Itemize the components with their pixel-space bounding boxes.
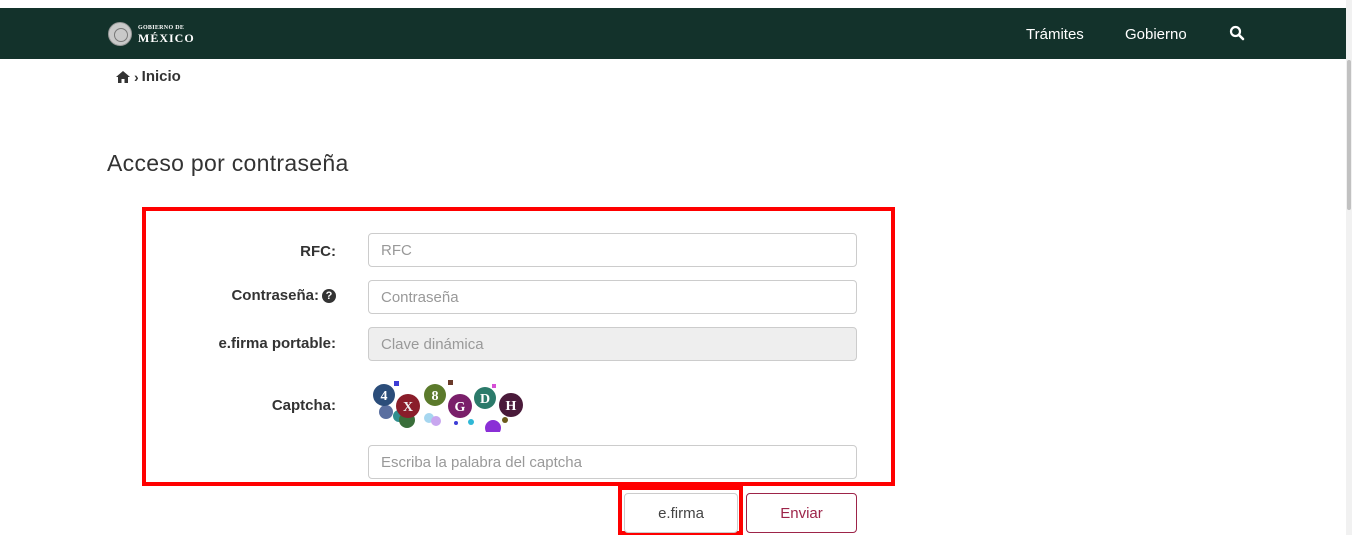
rfc-input[interactable] (368, 233, 857, 267)
captcha-input[interactable] (368, 445, 857, 479)
logo-line2: MÉXICO (138, 30, 195, 45)
home-icon[interactable] (116, 70, 130, 83)
password-label-wrap: Contraseña:? (160, 287, 336, 304)
password-label: Contraseña: (231, 287, 319, 304)
rfc-label: RFC: (300, 243, 336, 260)
captcha-char: G (455, 400, 466, 415)
efirma-button[interactable]: e.firma (624, 493, 738, 533)
password-input[interactable] (368, 280, 857, 314)
enviar-button[interactable]: Enviar (746, 493, 857, 533)
captcha-char: 4 (381, 389, 388, 404)
efirma-portable-label: e.firma portable: (218, 335, 336, 352)
navbar: GOBIERNO DE MÉXICO Trámites Gobierno (0, 8, 1346, 59)
question-circle-icon[interactable]: ? (322, 289, 336, 303)
captcha-image: 4 X 8 G D H (373, 380, 523, 432)
top-strip (0, 0, 1352, 8)
logo-text: GOBIERNO DE MÉXICO (138, 25, 195, 44)
search-icon[interactable] (1229, 25, 1245, 41)
captcha-char: D (480, 392, 490, 407)
captcha-char: X (403, 400, 413, 415)
breadcrumb-separator: › (134, 68, 139, 85)
breadcrumb-inicio-link[interactable]: Inicio (142, 68, 181, 85)
captcha-char: 8 (432, 389, 439, 404)
captcha-char: H (506, 399, 517, 414)
nav-gobierno-link[interactable]: Gobierno (1125, 26, 1187, 43)
seal-icon (108, 22, 132, 46)
captcha-label: Captcha: (271, 397, 336, 414)
clave-dinamica-input (368, 327, 857, 361)
scrollbar-thumb[interactable] (1347, 60, 1351, 210)
logo-line1: GOBIERNO DE (138, 24, 185, 31)
gobierno-logo[interactable]: GOBIERNO DE MÉXICO (108, 21, 195, 47)
page-title: Acceso por contraseña (107, 150, 349, 176)
breadcrumb: › Inicio (116, 68, 181, 85)
nav-tramites-link[interactable]: Trámites (1026, 26, 1084, 43)
